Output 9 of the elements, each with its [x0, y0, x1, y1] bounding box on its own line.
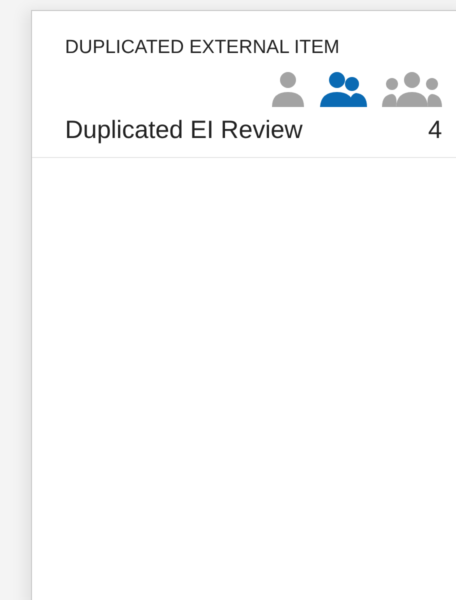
- item-label: Duplicated EI Review: [65, 116, 303, 145]
- scope-button[interactable]: [320, 71, 368, 107]
- item-count: 4: [428, 116, 442, 145]
- scope-button[interactable]: [270, 71, 306, 107]
- two-people-icon: [320, 71, 368, 107]
- group-icon: [382, 71, 442, 107]
- person-icon: [270, 71, 306, 107]
- card-title: DUPLICATED EXTERNAL ITEM: [64, 36, 340, 60]
- scope-button[interactable]: [382, 71, 442, 107]
